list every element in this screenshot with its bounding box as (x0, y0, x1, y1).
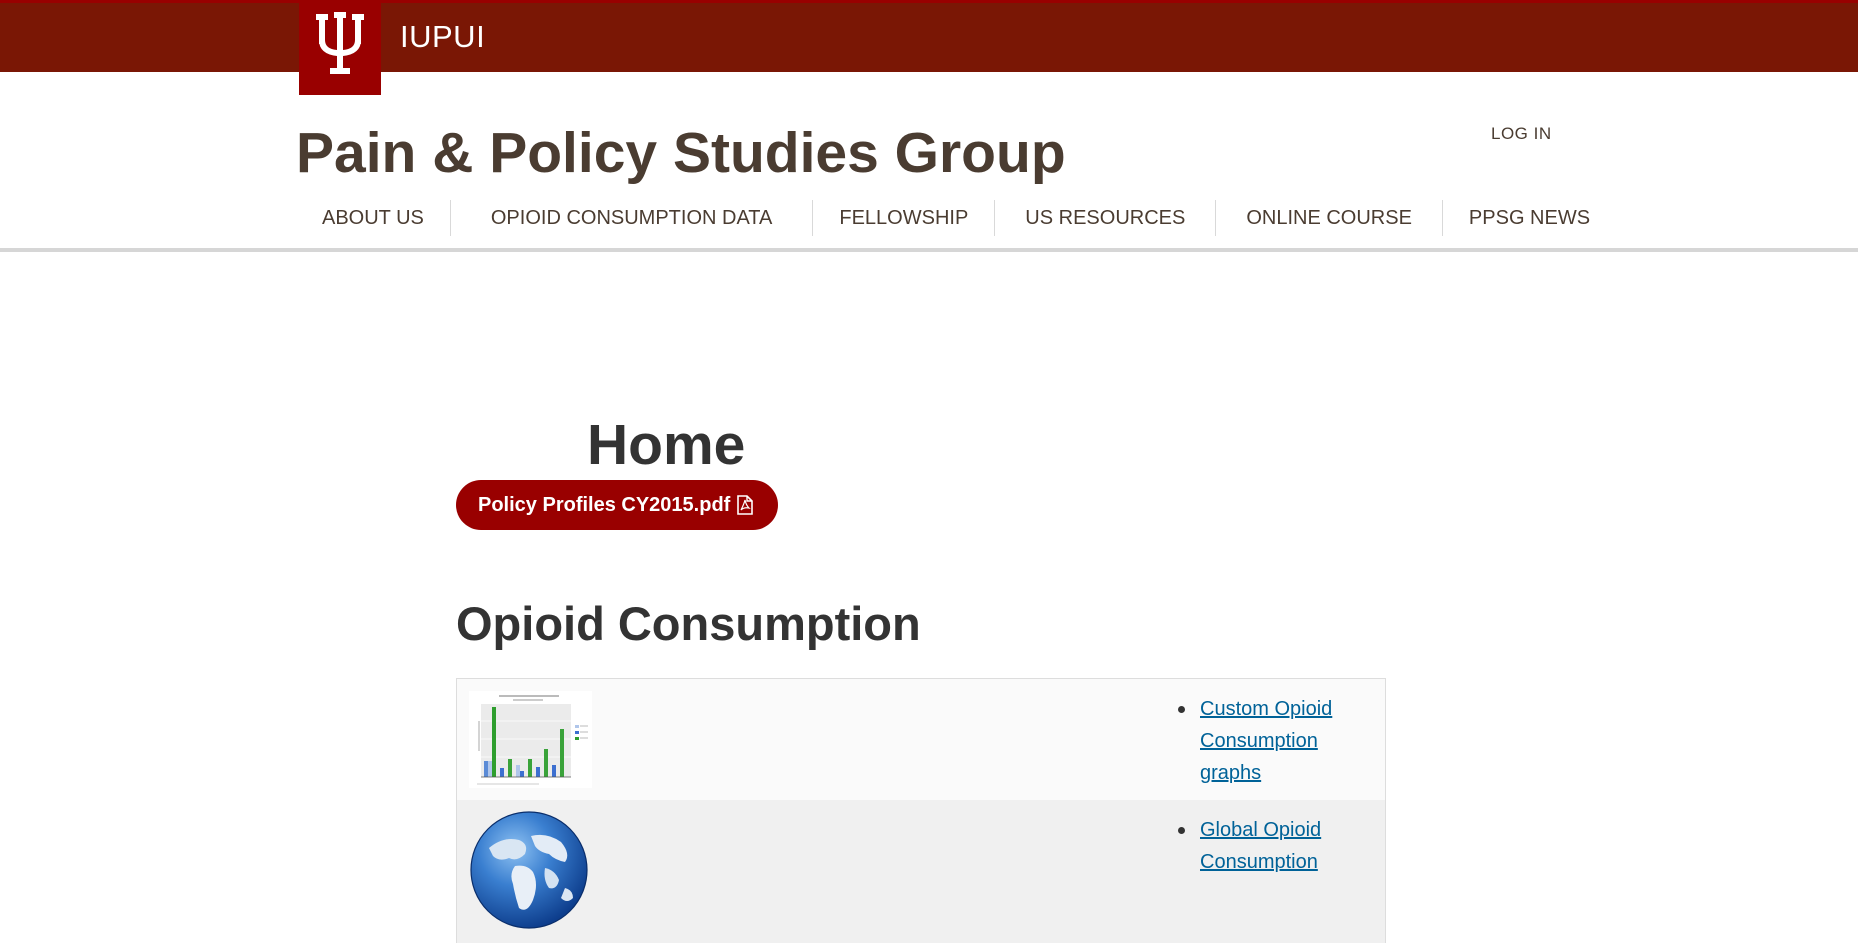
table-row: Custom Opioid Consumption graphs (457, 679, 1385, 800)
policy-profiles-pdf-button[interactable]: Policy Profiles CY2015.pdf (456, 480, 779, 530)
bar-chart-thumbnail[interactable] (469, 691, 592, 788)
link-list: Custom Opioid Consumption graphs (1172, 693, 1372, 789)
trident-icon (316, 12, 364, 74)
bullet (1178, 706, 1185, 713)
main-nav: ABOUT US OPIOID CONSUMPTION DATA FELLOWS… (296, 200, 1616, 236)
nav-item-fellowship[interactable]: FELLOWSHIP (813, 200, 996, 236)
iu-trident-logo[interactable] (299, 0, 381, 95)
campus-name[interactable]: IUPUI (400, 19, 485, 55)
nav-item-ppsg-news[interactable]: PPSG NEWS (1443, 200, 1616, 236)
nav-item-us-resources[interactable]: US RESOURCES (995, 200, 1217, 236)
globe-image[interactable] (469, 810, 589, 930)
table-row: Global Opioid Consumption (457, 800, 1385, 943)
nav-divider (0, 248, 1858, 252)
list-item: Global Opioid Consumption (1172, 814, 1372, 878)
site-title[interactable]: Pain & Policy Studies Group (296, 120, 1066, 186)
nav-item-about-us[interactable]: ABOUT US (296, 200, 451, 236)
login-link[interactable]: LOG IN (1491, 124, 1552, 144)
nav-item-opioid-consumption-data[interactable]: OPIOID CONSUMPTION DATA (451, 200, 814, 236)
custom-opioid-consumption-graphs-link[interactable]: Custom Opioid Consumption graphs (1200, 698, 1332, 784)
link-list: Global Opioid Consumption (1172, 814, 1372, 878)
list-item: Custom Opioid Consumption graphs (1172, 693, 1372, 789)
bullet (1178, 827, 1185, 834)
pdf-button-label: Policy Profiles CY2015.pdf (478, 493, 731, 516)
pdf-icon (737, 495, 754, 515)
opioid-consumption-table: Custom Opioid Consumption graphs Global … (456, 678, 1386, 943)
section-title: Opioid Consumption (456, 597, 921, 650)
global-opioid-consumption-link[interactable]: Global Opioid Consumption (1200, 819, 1321, 873)
page-title: Home (587, 413, 746, 477)
brand-bar (0, 0, 1858, 72)
nav-item-online-course[interactable]: ONLINE COURSE (1216, 200, 1443, 236)
